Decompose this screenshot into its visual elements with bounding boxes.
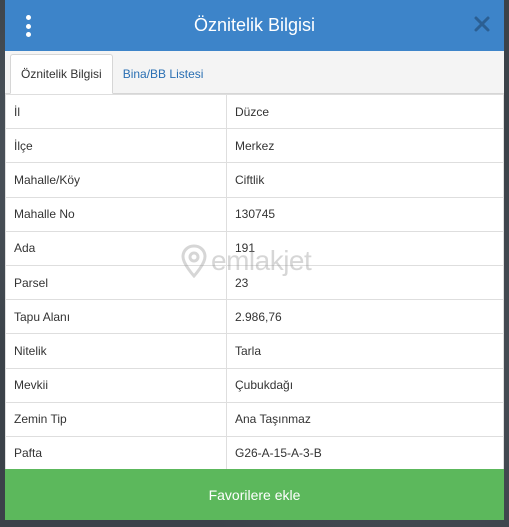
vertical-dots-icon[interactable]: [24, 15, 32, 37]
attribute-value: 2.986,76: [226, 299, 504, 335]
attribute-value: 130745: [226, 196, 504, 232]
attribute-key: Zemin Tip: [5, 401, 227, 437]
attribute-value: Çubukdağı: [226, 367, 504, 403]
attribute-key: Ada: [5, 230, 227, 266]
dialog-header: Öznitelik Bilgisi: [5, 0, 504, 51]
menu-dot: [25, 15, 31, 20]
table-row: Tapu Alanı 2.986,76: [5, 299, 504, 335]
attribute-value: G26-A-15-A-3-B: [226, 435, 504, 469]
attribute-key: Parsel: [5, 264, 227, 301]
attribute-table: İl Düzce İlçe Merkez Mahalle/Köy Ciftlik Mahal…: [5, 94, 504, 469]
close-icon[interactable]: [473, 15, 491, 33]
attribute-key: Mahalle No: [5, 196, 227, 232]
attribute-value: Düzce: [226, 94, 504, 130]
attribute-key: İl: [5, 94, 227, 130]
attribute-value: Tarla: [226, 333, 504, 369]
attribute-key: Mevkii: [5, 367, 227, 403]
attribute-table-container: İl Düzce İlçe Merkez Mahalle/Köy Ciftlik Mahal…: [5, 94, 504, 469]
menu-dot: [25, 23, 31, 29]
attribute-value: Merkez: [226, 128, 504, 164]
attribute-value: Ciftlik: [226, 162, 504, 198]
attribute-key: Nitelik: [5, 333, 227, 369]
attribute-key: Mahalle/Köy: [5, 162, 227, 198]
table-row: Nitelik Tarla: [5, 333, 504, 369]
menu-dot: [25, 32, 31, 37]
table-row: Zemin Tip Ana Taşınmaz: [5, 401, 504, 437]
tab-attribute-info[interactable]: Öznitelik Bilgisi: [10, 54, 113, 94]
attribute-key: İlçe: [5, 128, 227, 164]
attribute-value: 23: [226, 264, 504, 301]
dialog-title: Öznitelik Bilgisi: [193, 15, 316, 35]
table-row: Mahalle/Köy Ciftlik: [5, 162, 504, 198]
attribute-value: Ana Taşınmaz: [226, 401, 504, 437]
attribute-key: Tapu Alanı: [5, 299, 227, 335]
table-row: Parsel 23: [5, 264, 504, 301]
table-row: İlçe Merkez: [5, 128, 504, 164]
table-row: Ada 191: [5, 230, 504, 266]
table-row: Pafta G26-A-15-A-3-B: [5, 435, 504, 469]
tab-bar: Öznitelik Bilgisi Bina/BB Listesi: [5, 51, 504, 94]
attribute-key: Pafta: [5, 435, 227, 469]
table-row: Mevkii Çubukdağı: [5, 367, 504, 403]
table-row: İl Düzce: [5, 94, 504, 130]
attribute-value: 191: [226, 230, 504, 266]
tab-building-list[interactable]: Bina/BB Listesi: [113, 54, 214, 93]
table-row: Mahalle No 130745: [5, 196, 504, 232]
add-to-favorites-button[interactable]: Favorilere ekle: [5, 469, 504, 520]
attribute-info-dialog: Öznitelik Bilgisi Öznitelik Bilgisi Bina…: [5, 0, 504, 520]
